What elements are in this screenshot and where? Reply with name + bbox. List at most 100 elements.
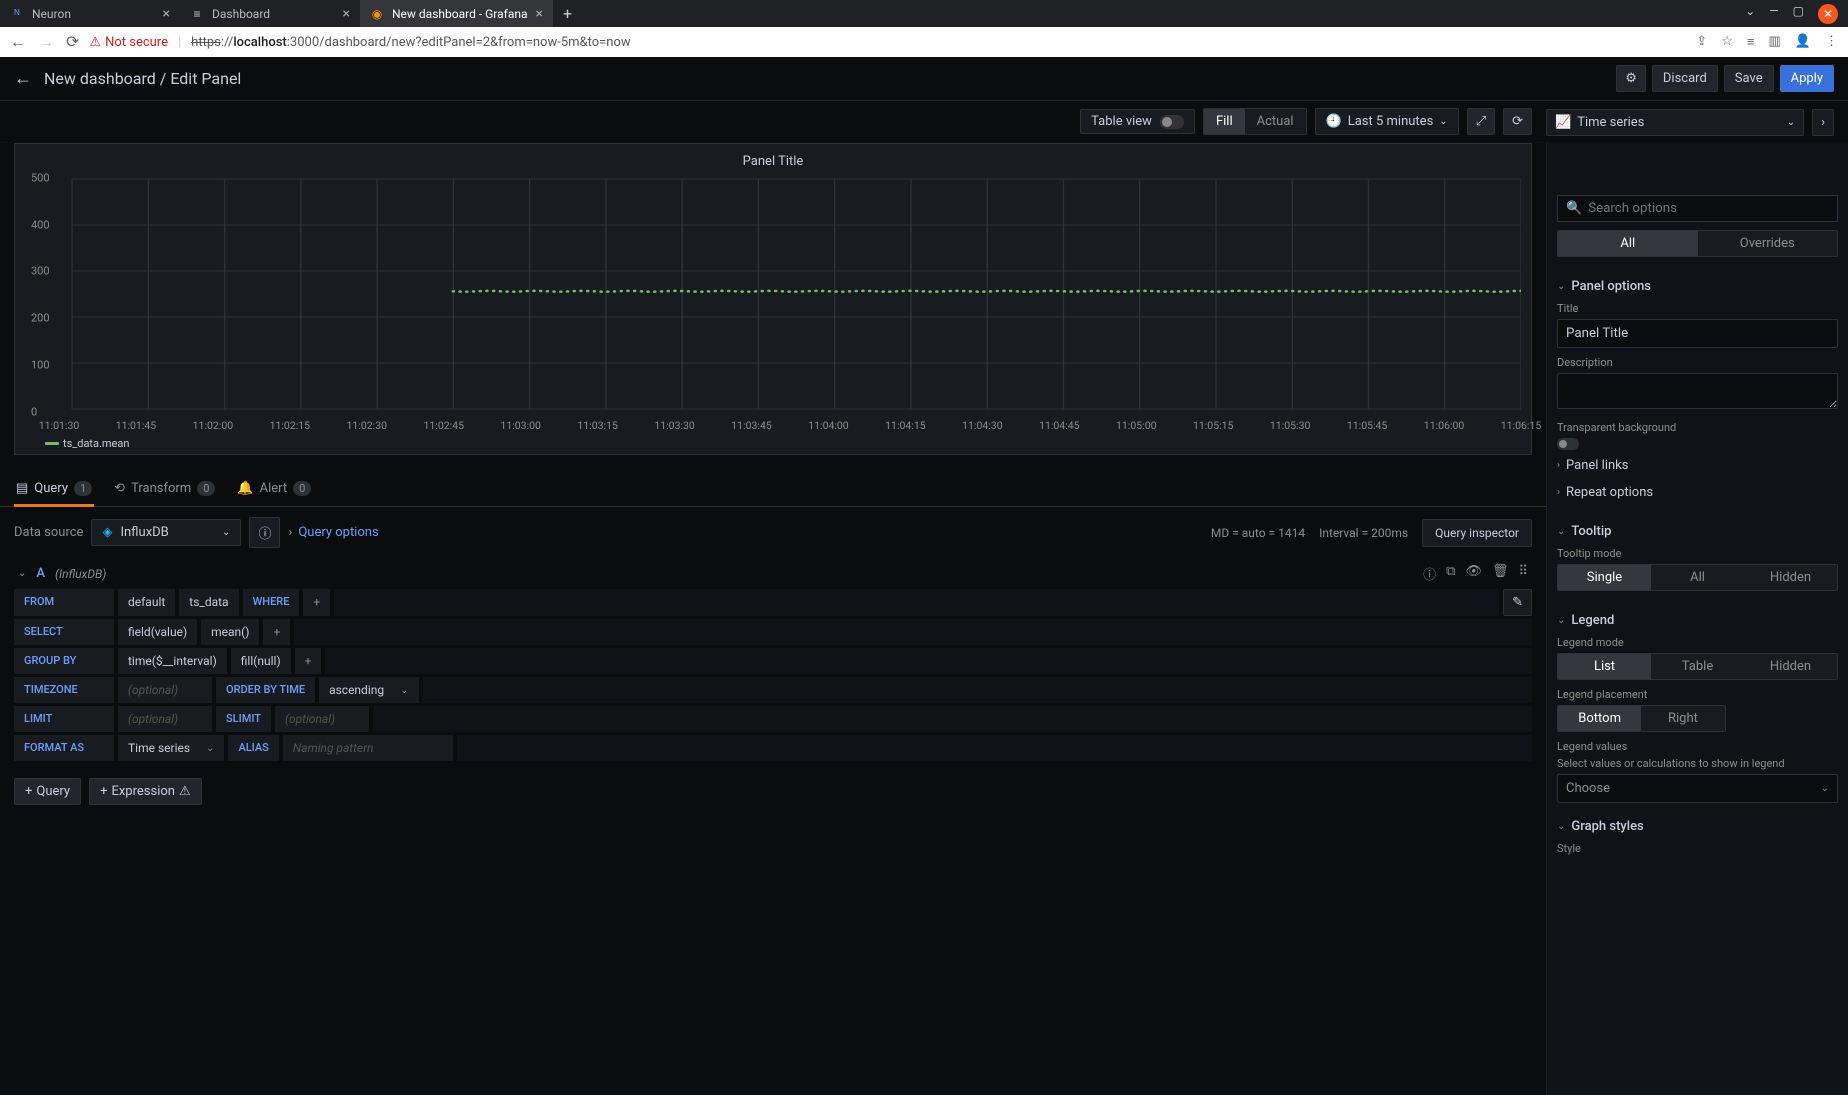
add-select-button[interactable]: + — [263, 619, 290, 645]
maximize-icon[interactable]: ▢ — [1793, 4, 1804, 24]
not-secure-label: Not secure — [105, 35, 168, 50]
all-tab[interactable]: All — [1558, 231, 1698, 256]
reload-icon[interactable]: ⟳ — [66, 32, 79, 52]
trash-icon[interactable]: 🗑 — [1492, 564, 1509, 583]
alias-input[interactable]: Naming pattern — [283, 735, 453, 761]
duplicate-icon[interactable]: ⧉ — [1446, 564, 1455, 583]
legend-hidden[interactable]: Hidden — [1744, 654, 1837, 679]
query-options-toggle[interactable]: › Query options — [288, 525, 378, 540]
share-icon[interactable]: ⇪ — [1696, 34, 1707, 50]
side-panel-icon[interactable]: ▥ — [1769, 34, 1781, 50]
panel-settings-button[interactable]: ⚙ — [1616, 65, 1646, 92]
eye-icon[interactable]: 👁 — [1465, 564, 1482, 583]
close-icon[interactable]: × — [163, 6, 170, 22]
description-field-label: Description — [1557, 356, 1838, 369]
bookmark-icon[interactable]: ☆ — [1721, 34, 1733, 50]
viz-next-button[interactable]: › — [1812, 109, 1834, 136]
toggle-text-edit-button[interactable]: ✎ — [1503, 589, 1532, 616]
legend-list[interactable]: List — [1558, 654, 1651, 679]
apply-button[interactable]: Apply — [1780, 65, 1834, 92]
visualization-picker[interactable]: 📈 Time series ⌄ — [1546, 109, 1804, 136]
new-tab-button[interactable]: + — [553, 4, 582, 23]
legend-right[interactable]: Right — [1641, 706, 1724, 731]
tooltip-single[interactable]: Single — [1558, 565, 1651, 590]
chevron-down-icon[interactable]: ⌄ — [18, 568, 26, 579]
limit-label: LIMIT — [14, 706, 114, 732]
slimit-input[interactable]: (optional) — [275, 706, 369, 732]
section-panel-options[interactable]: ⌄Panel options — [1557, 279, 1838, 294]
tooltip-hidden[interactable]: Hidden — [1744, 565, 1837, 590]
add-where-button[interactable]: + — [303, 589, 330, 616]
select-agg[interactable]: mean() — [201, 619, 259, 645]
panel-links-row[interactable]: ›Panel links — [1557, 454, 1838, 477]
groupby-fill[interactable]: fill(null) — [231, 648, 291, 674]
overrides-tab[interactable]: Overrides — [1698, 231, 1838, 256]
from-measurement[interactable]: ts_data — [179, 589, 238, 616]
from-policy[interactable]: default — [118, 589, 175, 616]
section-tooltip[interactable]: ⌄Tooltip — [1557, 524, 1838, 539]
browser-tab-neuron[interactable]: ᴺ Neuron × — [0, 0, 180, 27]
close-icon[interactable]: × — [343, 6, 350, 22]
repeat-options-row[interactable]: ›Repeat options — [1557, 481, 1838, 504]
actual-option[interactable]: Actual — [1245, 109, 1306, 134]
from-label: FROM — [14, 589, 114, 616]
tooltip-mode-label: Tooltip mode — [1557, 547, 1838, 560]
back-icon[interactable]: ← — [10, 32, 26, 52]
url-display[interactable]: https://localhost:3000/dashboard/new?edi… — [191, 35, 630, 50]
add-query-button[interactable]: + Query — [14, 778, 81, 805]
panel-title-input[interactable] — [1557, 319, 1838, 348]
window-controls: ⌄ — ▢ ✕ — [1735, 4, 1848, 24]
transparent-switch[interactable] — [1557, 438, 1579, 450]
datasource-help-button[interactable]: ⓘ — [249, 517, 280, 548]
fill-option[interactable]: Fill — [1204, 109, 1245, 134]
time-range-picker[interactable]: 🕘 Last 5 minutes ⌄ — [1315, 108, 1459, 135]
chevron-down-icon: ⌄ — [222, 527, 230, 538]
forward-icon[interactable]: → — [38, 32, 54, 52]
legend-values-select[interactable]: Choose⌄ — [1557, 774, 1838, 803]
security-indicator[interactable]: ⚠ Not secure — [89, 35, 168, 50]
options-search[interactable]: 🔍 — [1557, 195, 1838, 222]
save-button[interactable]: Save — [1724, 65, 1774, 92]
close-icon[interactable]: × — [536, 6, 543, 22]
datasource-select[interactable]: ◈ InfluxDB ⌄ — [91, 519, 241, 546]
legend-values-hint: Select values or calculations to show in… — [1557, 757, 1838, 770]
legend-bottom[interactable]: Bottom — [1558, 706, 1641, 731]
minimize-icon[interactable]: — — [1769, 4, 1778, 24]
section-legend[interactable]: ⌄Legend — [1557, 613, 1838, 628]
profile-icon[interactable]: 👤 — [1795, 34, 1811, 50]
discard-button[interactable]: Discard — [1652, 65, 1718, 92]
panel-description-input[interactable] — [1557, 373, 1838, 409]
timezone-input[interactable]: (optional) — [118, 677, 212, 703]
refresh-button[interactable]: ⟳ — [1503, 108, 1532, 135]
table-view-toggle[interactable]: Table view — [1080, 109, 1195, 134]
section-graph-styles[interactable]: ⌄Graph styles — [1557, 819, 1838, 834]
query-ref-id[interactable]: A — [36, 566, 45, 581]
chevron-down-icon[interactable]: ⌄ — [1745, 4, 1755, 24]
query-help-icon[interactable]: ⓘ — [1423, 564, 1436, 583]
tab-alert[interactable]: 🔔 Alert 0 — [235, 471, 313, 506]
legend-table[interactable]: Table — [1651, 654, 1744, 679]
formatas-select[interactable]: Time series⌄ — [118, 735, 224, 761]
options-search-input[interactable] — [1588, 201, 1829, 216]
add-groupby-button[interactable]: + — [295, 648, 322, 674]
browser-tab-dashboard[interactable]: ≡ Dashboard × — [180, 0, 360, 27]
limit-input[interactable]: (optional) — [118, 706, 212, 732]
tooltip-all[interactable]: All — [1651, 565, 1744, 590]
url-host: localhost — [233, 35, 286, 50]
tab-transform[interactable]: ⟲ Transform 0 — [112, 471, 217, 506]
reading-list-icon[interactable]: ≡ — [1747, 34, 1755, 50]
select-field[interactable]: field(value) — [118, 619, 197, 645]
tab-query[interactable]: ▤ Query 1 — [14, 471, 94, 506]
zoom-out-button[interactable]: ⤢ — [1467, 108, 1495, 135]
add-expression-button[interactable]: + Expression ⚠ — [89, 778, 202, 805]
search-icon: 🔍 — [1566, 201, 1582, 216]
drag-handle-icon[interactable]: ⠿ — [1518, 564, 1528, 583]
browser-tab-grafana[interactable]: ◉ New dashboard - Grafana × — [360, 0, 553, 27]
back-arrow-icon[interactable]: ← — [14, 68, 32, 89]
query-inspector-button[interactable]: Query inspector — [1422, 519, 1532, 547]
section-label: Graph styles — [1571, 819, 1643, 834]
groupby-time[interactable]: time($__interval) — [118, 648, 227, 674]
orderby-select[interactable]: ascending⌄ — [319, 677, 418, 703]
menu-icon[interactable]: ⋮ — [1825, 34, 1838, 50]
close-window-icon[interactable]: ✕ — [1818, 4, 1838, 24]
